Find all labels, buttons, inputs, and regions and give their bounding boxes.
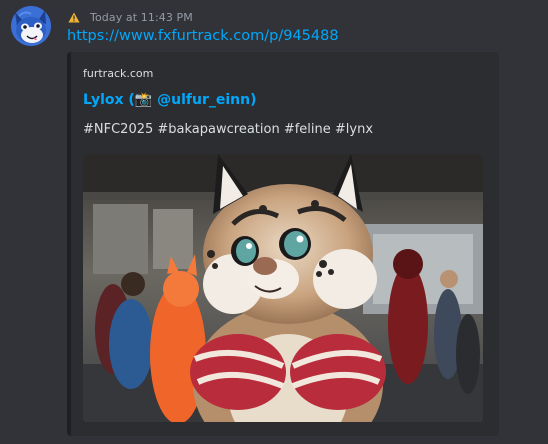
link-embed: furtrack.com Lylox (📸 @ulfur_einn) #NFC2… (67, 52, 499, 436)
embed-image[interactable] (83, 154, 483, 422)
message-timestamp[interactable]: Today at 11:43 PM (90, 11, 193, 24)
embed-description: #NFC2025 #bakapawcreation #feline #lynx (83, 122, 374, 137)
embed-title[interactable]: Lylox (📸 @ulfur_einn) (83, 92, 257, 108)
embed-title-name: Lylox ( (83, 92, 135, 108)
message-link[interactable]: https://www.fxfurtrack.com/p/945488 (67, 28, 339, 44)
message-header: Today at 11:43 PM (68, 8, 193, 26)
user-avatar[interactable] (11, 6, 51, 46)
warning-icon (68, 12, 80, 22)
lynx-fursuit-photo-icon (83, 154, 483, 422)
blue-fursuit-avatar-icon (11, 6, 51, 46)
camera-icon: 📸 (134, 92, 153, 108)
embed-provider: furtrack.com (83, 67, 154, 80)
embed-title-handle: @ulfur_einn) (152, 92, 257, 108)
chat-message: Today at 11:43 PM https://www.fxfurtrack… (0, 0, 548, 444)
